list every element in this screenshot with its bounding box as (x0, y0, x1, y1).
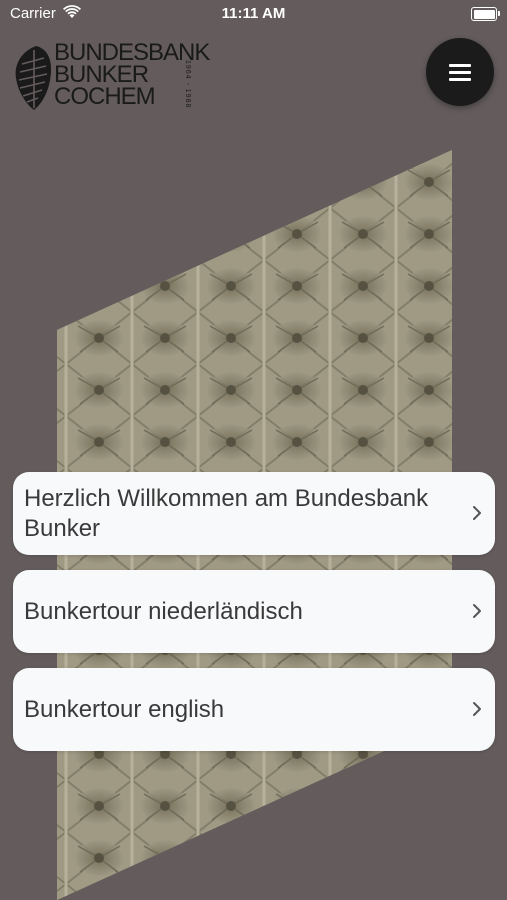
chevron-right-icon (473, 702, 481, 716)
card-bunkertour-english[interactable]: Bunkertour english (13, 668, 495, 751)
chevron-right-icon (473, 506, 481, 520)
hero-fabric-image (57, 150, 452, 900)
card-bunkertour-dutch[interactable]: Bunkertour niederländisch (13, 570, 495, 653)
card-welcome[interactable]: Herzlich Willkommen am Bundesbank Bunker (13, 472, 495, 555)
card-label: Bunkertour niederländisch (24, 597, 303, 625)
card-label: Bunkertour english (24, 695, 225, 723)
chevron-right-icon (473, 604, 481, 618)
card-label: Herzlich Willkommen am Bundesbank Bunker (24, 484, 429, 542)
